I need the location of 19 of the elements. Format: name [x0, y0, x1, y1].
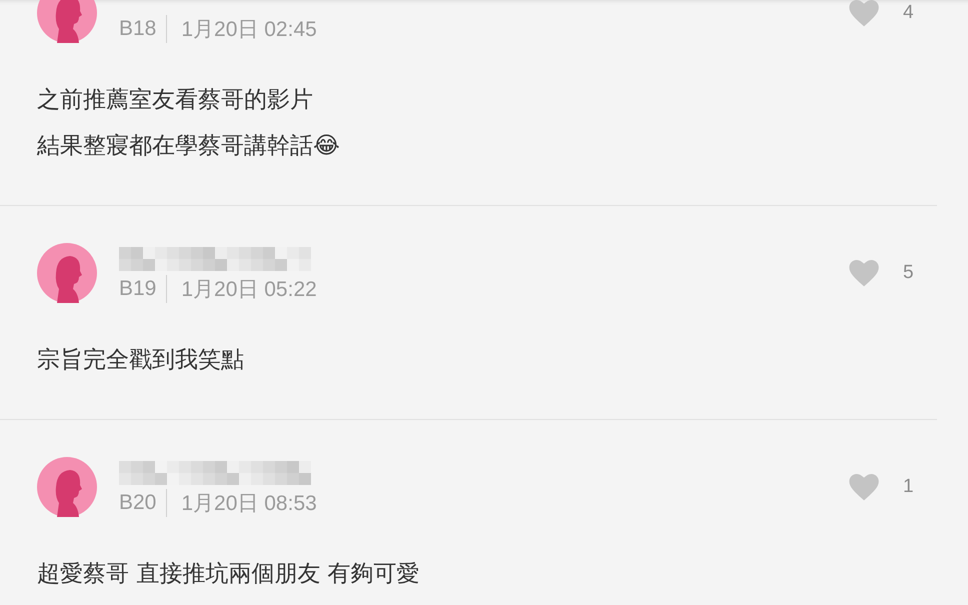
post-time: 1月20日 05:22 [181, 277, 317, 303]
floor-number: B18 [119, 15, 168, 43]
avatar-icon [37, 457, 97, 517]
heart-icon[interactable] [849, 260, 879, 286]
like-count: 5 [903, 262, 915, 284]
floor-number: B20 [119, 489, 168, 517]
floor-number: B19 [119, 275, 168, 303]
comment-text: 宗旨完全戳到我笑點 [37, 346, 245, 375]
like-count: 1 [903, 476, 915, 498]
avatar-icon [37, 0, 97, 43]
comment-text: 之前推薦室友看蔡哥的影片 [37, 86, 314, 115]
like-count: 4 [903, 2, 915, 24]
avatar-icon [37, 243, 97, 303]
comment-text: 超愛蔡哥 直接推坑兩個朋友 有夠可愛 [37, 560, 421, 589]
heart-icon[interactable] [849, 474, 879, 500]
comment-text: 結果整寢都在學蔡哥講幹話😂 [37, 132, 341, 161]
post-time: 1月20日 08:53 [181, 491, 317, 517]
post-time: 1月20日 02:45 [181, 17, 317, 43]
heart-icon[interactable] [849, 0, 879, 26]
